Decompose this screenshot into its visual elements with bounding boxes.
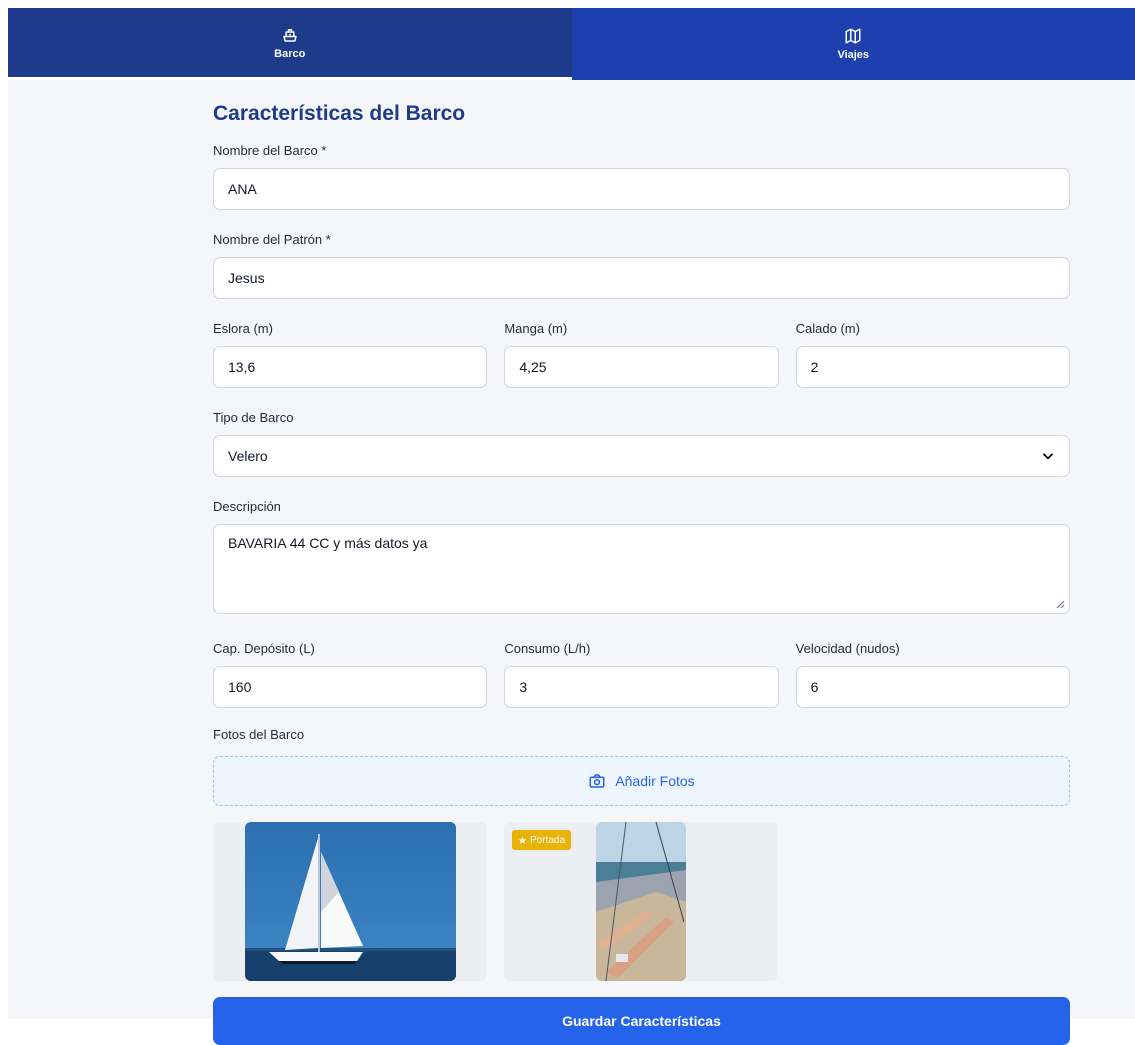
chevron-down-icon [1041,449,1055,463]
tab-barco[interactable]: Barco [8,8,572,80]
add-photos-button[interactable]: Añadir Fotos [213,756,1070,806]
photo-card-cover[interactable]: Portada [504,822,778,981]
photos-label: Fotos del Barco [213,726,1070,743]
description-label: Descripción [213,498,1070,515]
add-photos-label: Añadir Fotos [615,773,694,789]
resize-handle-icon[interactable] [1055,599,1065,609]
cover-badge-label: Portada [530,835,565,846]
skipper-name-input[interactable]: Jesus [213,257,1070,299]
eslora-label: Eslora (m) [213,320,487,337]
cover-badge: Portada [512,830,571,850]
skipper-name-label: Nombre del Patrón * [213,231,1070,248]
boat-name-input[interactable]: ANA [213,168,1070,210]
page-title: Características del Barco [213,102,1070,130]
boat-photo-sailboat[interactable] [245,822,456,981]
tab-bar: Barco Viajes [8,8,1135,80]
save-button[interactable]: Guardar Características [213,997,1070,1045]
description-textarea[interactable]: BAVARIA 44 CC y más datos ya [213,524,1070,614]
tank-label: Cap. Depósito (L) [213,640,487,657]
boat-type-select[interactable]: Velero [213,435,1070,477]
photo-gallery: Portada [213,822,1070,981]
tab-viajes-label: Viajes [837,49,869,61]
star-icon [518,836,527,845]
boat-form: Características del Barco Nombre del Bar… [213,80,1070,1045]
boat-name-label: Nombre del Barco * [213,142,1070,159]
performance-row: Cap. Depósito (L) 160 Consumo (L/h) 3 Ve… [213,640,1070,708]
tab-barco-label: Barco [274,48,305,60]
map-icon [844,27,862,45]
dimensions-row: Eslora (m) 13,6 Manga (m) 4,25 Calado (m… [213,320,1070,388]
speed-label: Velocidad (nudos) [796,640,1070,657]
manga-label: Manga (m) [504,320,778,337]
description-value: BAVARIA 44 CC y más datos ya [228,535,427,551]
calado-input[interactable]: 2 [796,346,1070,388]
photo-card[interactable] [213,822,487,981]
boat-photo-deck[interactable] [596,822,686,981]
ship-icon [281,26,299,44]
eslora-input[interactable]: 13,6 [213,346,487,388]
consumption-input[interactable]: 3 [504,666,778,708]
tank-input[interactable]: 160 [213,666,487,708]
tab-viajes[interactable]: Viajes [572,8,1135,80]
boat-type-value: Velero [228,448,268,464]
camera-icon [588,772,606,790]
app: Barco Viajes Características del Barco N… [8,8,1135,1019]
boat-type-label: Tipo de Barco [213,409,1070,426]
consumption-label: Consumo (L/h) [504,640,778,657]
calado-label: Calado (m) [796,320,1070,337]
speed-input[interactable]: 6 [796,666,1070,708]
manga-input[interactable]: 4,25 [504,346,778,388]
